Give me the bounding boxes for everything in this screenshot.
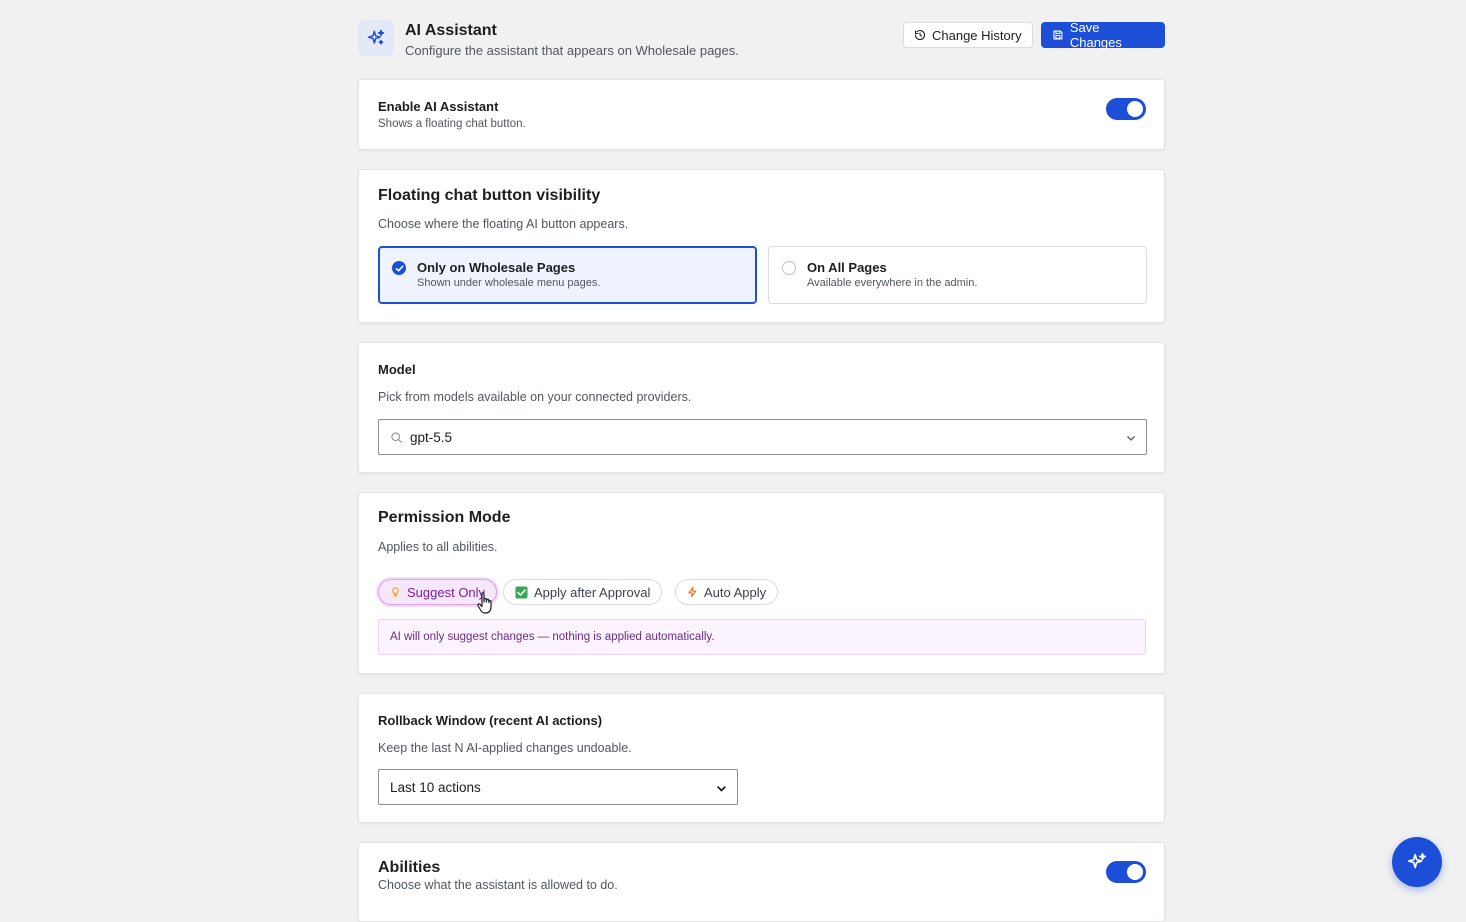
toggle-knob — [1127, 864, 1143, 880]
permission-title: Permission Mode — [378, 509, 511, 526]
abilities-card: Abilities Choose what the assistant is a… — [358, 842, 1165, 922]
radio-unchecked-icon — [782, 261, 796, 275]
page-header: AI Assistant Configure the assistant tha… — [358, 0, 1165, 78]
save-changes-button[interactable]: Save Changes — [1041, 20, 1165, 50]
permission-info-notice: AI will only suggest changes — nothing i… — [378, 619, 1146, 655]
visibility-description: Choose where the floating AI button appe… — [378, 217, 629, 231]
abilities-title: Abilities — [378, 859, 441, 876]
mode-apply-after-approval[interactable]: Apply after Approval — [503, 579, 663, 605]
search-icon — [391, 431, 402, 443]
chevron-down-icon — [717, 786, 726, 792]
mode-auto-apply[interactable]: Auto Apply — [675, 579, 779, 605]
abilities-description: Choose what the assistant is allowed to … — [378, 878, 618, 892]
radio-checked-icon — [392, 261, 406, 275]
sparkles-icon — [1407, 852, 1427, 869]
rollback-title: Rollback Window (recent AI actions) — [378, 713, 603, 728]
visibility-title: Floating chat button visibility — [378, 187, 601, 204]
option-sub: Shown under wholesale menu pages. — [417, 277, 601, 289]
rollback-value: Last 10 actions — [390, 779, 481, 795]
sparkles-icon — [358, 20, 394, 56]
checkbox-icon — [515, 585, 528, 599]
model-search-select[interactable]: gpt-5.5 — [378, 419, 1147, 455]
visibility-option-wholesale[interactable]: Only on Wholesale Pages Shown under whol… — [378, 246, 757, 304]
save-icon — [1053, 30, 1063, 40]
mode-label: Suggest Only — [407, 584, 486, 600]
change-history-button[interactable]: Change History — [903, 22, 1033, 48]
save-changes-label: Save Changes — [1069, 20, 1122, 50]
permission-card: Permission Mode Applies to all abilities… — [358, 492, 1165, 674]
history-icon — [914, 29, 926, 41]
model-card: Model Pick from models available on your… — [358, 342, 1165, 473]
enable-description: Shows a floating chat button. — [378, 118, 526, 130]
visibility-option-all-pages[interactable]: On All Pages Available everywhere in the… — [768, 246, 1147, 304]
enable-assistant-card: Enable AI Assistant Shows a floating cha… — [358, 79, 1165, 150]
floating-ai-chat-button[interactable] — [1392, 837, 1442, 887]
rollback-description: Keep the last N AI-applied changes undoa… — [378, 741, 632, 755]
permission-description: Applies to all abilities. — [378, 540, 498, 554]
model-title: Model — [378, 362, 416, 377]
model-value: gpt-5.5 — [410, 429, 453, 445]
hand-cursor-icon — [477, 592, 492, 614]
abilities-toggle[interactable] — [1106, 861, 1146, 883]
lightbulb-icon — [392, 587, 399, 597]
settings-page: AI Assistant Configure the assistant tha… — [358, 0, 1165, 922]
enable-title: Enable AI Assistant — [378, 99, 499, 114]
page-subtitle: Configure the assistant that appears on … — [405, 43, 739, 58]
toggle-knob — [1127, 101, 1143, 117]
enable-assistant-toggle[interactable] — [1106, 98, 1146, 120]
mode-label: Auto Apply — [704, 584, 767, 600]
chevron-down-icon — [1127, 436, 1135, 441]
model-description: Pick from models available on your conne… — [378, 390, 692, 404]
visibility-card: Floating chat button visibility Choose w… — [358, 169, 1165, 323]
lightning-icon — [688, 586, 697, 598]
rollback-card: Rollback Window (recent AI actions) Keep… — [358, 693, 1165, 823]
mode-label: Apply after Approval — [534, 584, 651, 600]
option-label: Only on Wholesale Pages — [417, 260, 576, 275]
page-title: AI Assistant — [405, 22, 497, 39]
option-label: On All Pages — [807, 260, 887, 275]
change-history-label: Change History — [932, 27, 1022, 43]
rollback-window-select[interactable]: Last 10 actions — [378, 769, 738, 805]
option-sub: Available everywhere in the admin. — [807, 277, 978, 289]
